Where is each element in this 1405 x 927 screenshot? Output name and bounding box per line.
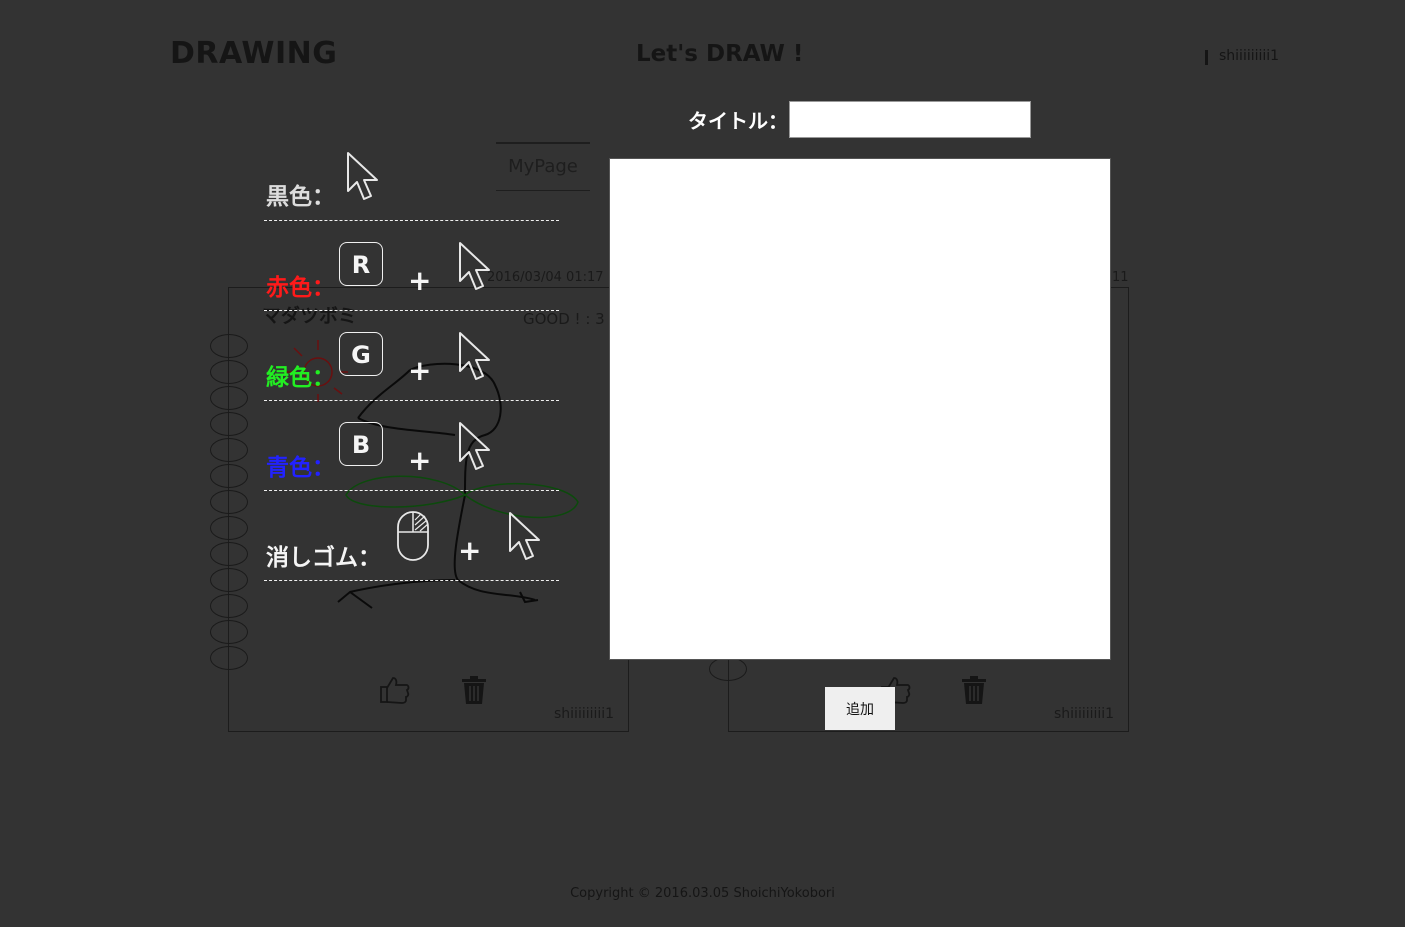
legend-eraser-label: 消しゴム： [266,545,381,571]
ring [210,412,248,436]
legend-blue: 青色： B + [264,420,559,491]
user-divider [1205,50,1208,65]
notebook-rings [210,334,250,684]
card-date: 11 [1112,270,1129,285]
ring [210,360,248,384]
ring [210,438,248,462]
legend-black-label: 黒色： [266,184,335,210]
legend-eraser: 消しゴム： + [264,510,559,581]
ring [709,657,747,681]
title-label: タイトル： [688,109,788,133]
legend-blue-label: 青色： [266,455,335,481]
ring [210,594,248,618]
cursor-icon [459,332,490,380]
ring [210,490,248,514]
legend-green: 緑色： G + [264,330,559,401]
mouse-right-click-icon [397,511,429,561]
legend-green-label: 緑色： [266,365,335,391]
trash-icon[interactable] [961,675,987,705]
ring [210,568,248,592]
cursor-icon [347,152,378,200]
title-input[interactable] [789,101,1031,138]
ring [210,386,248,410]
plus-sign: + [408,444,432,477]
cursor-icon [509,512,540,560]
footer-copyright: Copyright © 2016.03.05 ShoichiYokobori [570,886,835,901]
key-g-icon: G [339,332,383,376]
plus-sign: + [408,354,432,387]
trash-icon[interactable] [461,675,487,705]
card-good-count: GOOD ! : 3 [523,310,605,328]
page-title: Let's DRAW ! [636,41,804,67]
ring [210,620,248,644]
drawing-canvas[interactable] [609,158,1111,660]
header-username[interactable]: shiiiiiiiii1 [1219,48,1279,64]
card-author[interactable]: shiiiiiiiii1 [1054,706,1114,722]
cursor-icon [459,422,490,470]
cursor-icon [459,242,490,290]
key-r-icon: R [339,242,383,286]
legend-black: 黒色： [264,150,559,221]
legend-red: 赤色： R + [264,240,559,311]
ring [210,516,248,540]
plus-sign: + [408,264,432,297]
legend-red-label: 赤色： [266,275,335,301]
card-author[interactable]: shiiiiiiiii1 [554,706,614,722]
ring [210,646,248,670]
thumbs-up-icon[interactable] [379,674,411,706]
add-button[interactable]: 追加 [825,687,895,730]
plus-sign: + [458,534,482,567]
key-b-icon: B [339,422,383,466]
ring [210,464,248,488]
ring [210,334,248,358]
brand-logo[interactable]: DRAWING [170,36,337,71]
ring [210,542,248,566]
